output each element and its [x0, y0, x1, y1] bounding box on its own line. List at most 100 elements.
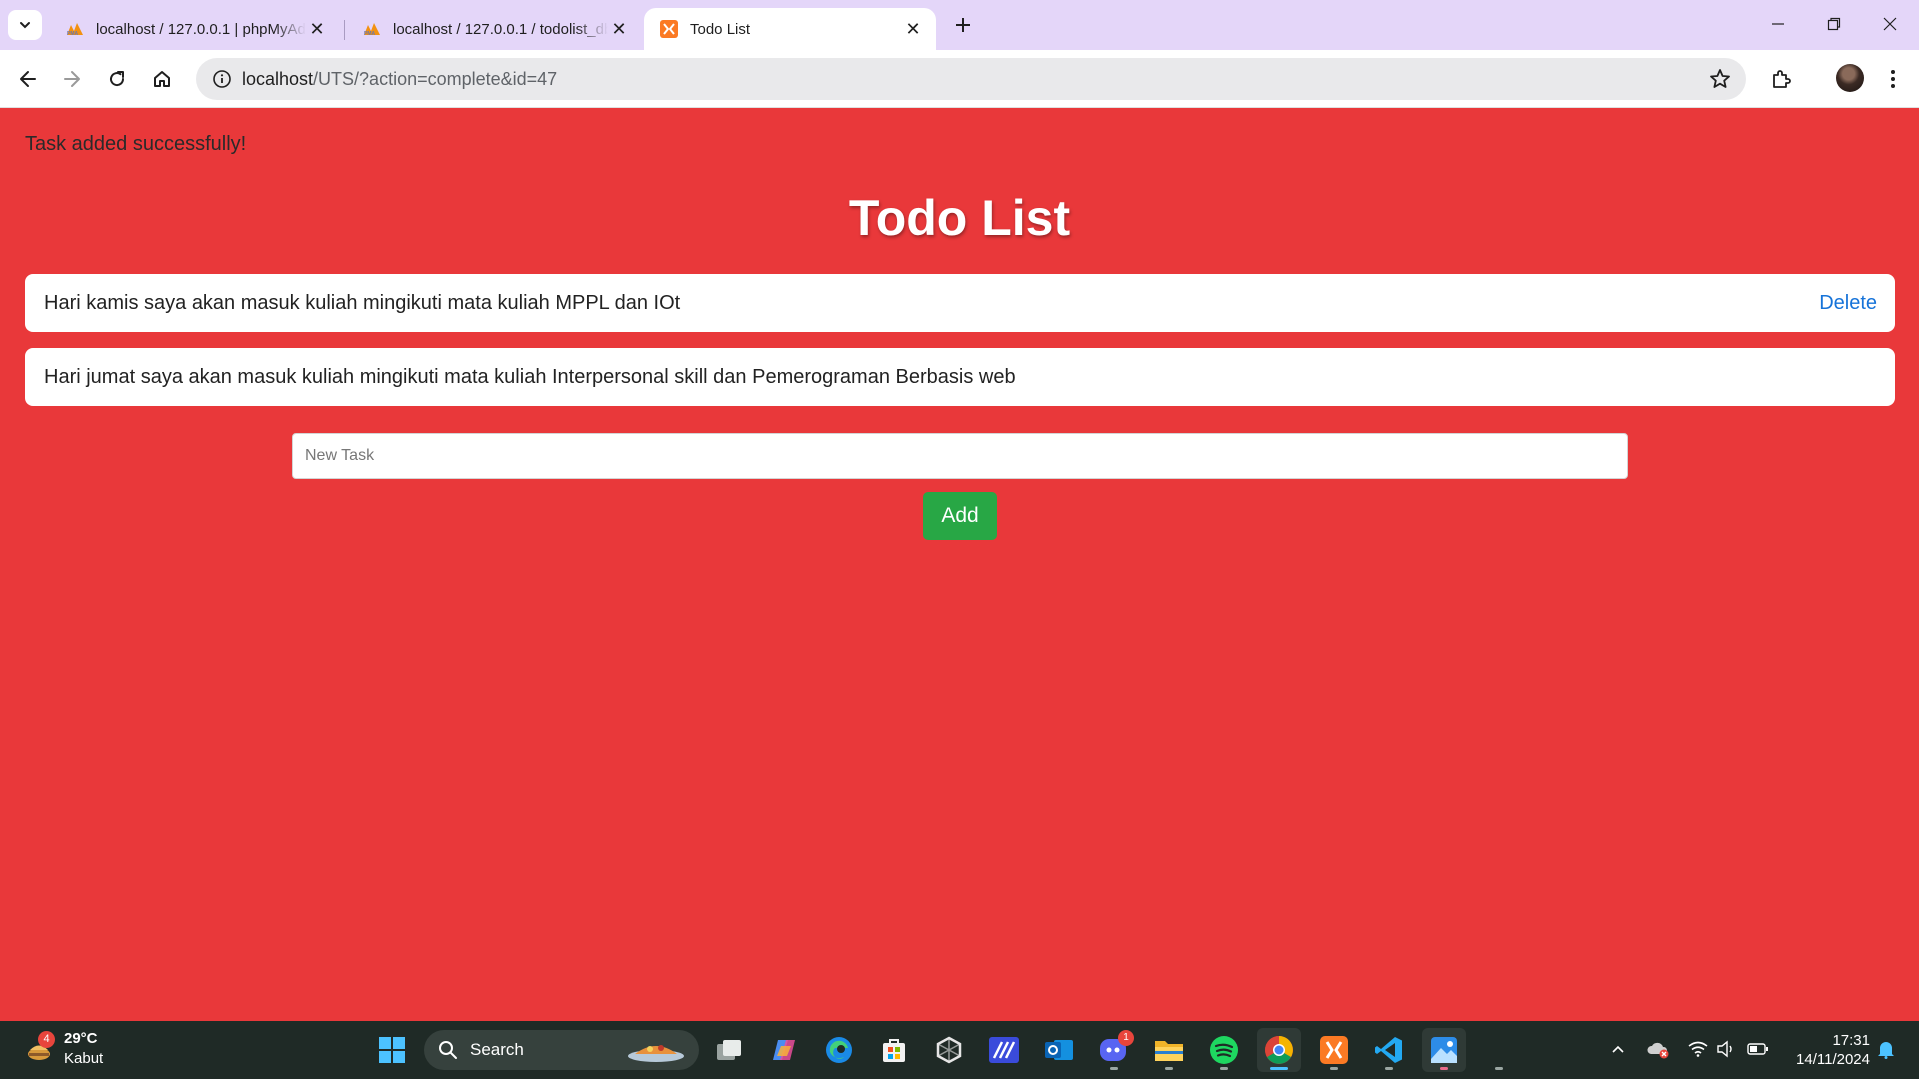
phpmyadmin-icon: PMA	[363, 20, 381, 38]
home-button[interactable]	[144, 61, 180, 97]
windows-taskbar: 4 29°C Kabut Search 1 17:31 14/11/2024	[0, 1021, 1919, 1079]
clock-date: 14/11/2024	[1796, 1051, 1870, 1068]
windows-logo-icon	[379, 1037, 405, 1063]
minimize-icon	[1772, 23, 1784, 25]
todo-page: Task added successfully! Todo List Hari …	[0, 109, 1919, 1021]
address-bar[interactable]: localhost/UTS/?action=complete&id=47	[196, 58, 1746, 100]
wifi-icon	[1688, 1041, 1708, 1057]
xampp-icon	[1320, 1036, 1348, 1064]
vscode-button[interactable]	[1367, 1028, 1411, 1072]
add-button[interactable]: Add	[923, 492, 997, 540]
wifi-status[interactable]	[1686, 1037, 1710, 1061]
unity-icon	[936, 1036, 962, 1064]
clock-time: 17:31	[1832, 1032, 1870, 1049]
outlook-button[interactable]	[1037, 1028, 1081, 1072]
url-text: localhost/UTS/?action=complete&id=47	[242, 69, 557, 90]
back-button[interactable]	[10, 61, 46, 97]
new-tab-button[interactable]	[948, 10, 978, 40]
close-window-button[interactable]	[1862, 0, 1918, 48]
tab-phpmyadmin-todolist[interactable]: PMA localhost / 127.0.0.1 / todolist_db …	[347, 8, 642, 50]
task-item[interactable]: Hari jumat saya akan masuk kuliah mingik…	[25, 348, 1895, 406]
svg-text:PMA: PMA	[364, 31, 376, 36]
minimize-button[interactable]	[1750, 0, 1806, 48]
close-icon[interactable]: ✕	[902, 18, 924, 40]
outlook-icon	[1045, 1040, 1073, 1060]
search-icon	[439, 1041, 457, 1059]
copilot-icon	[773, 1040, 795, 1060]
tab-todo-list[interactable]: Todo List ✕	[644, 8, 936, 50]
new-task-input[interactable]	[292, 433, 1628, 479]
reload-icon	[110, 71, 125, 87]
xampp-icon	[660, 20, 678, 38]
battery-status[interactable]	[1746, 1037, 1770, 1061]
kebab-menu-icon	[1891, 70, 1895, 88]
close-icon[interactable]: ✕	[306, 18, 328, 40]
volume-status[interactable]	[1714, 1037, 1738, 1061]
running-indicator	[1220, 1067, 1228, 1070]
photos-button[interactable]	[1422, 1028, 1466, 1072]
running-indicator	[1440, 1067, 1448, 1070]
chrome-icon	[1265, 1036, 1293, 1064]
arrow-left-icon	[20, 71, 36, 87]
chrome-button[interactable]	[1257, 1028, 1301, 1072]
tab-title: localhost / 127.0.0.1 | phpMyAdmin	[96, 20, 306, 38]
discord-badge: 1	[1118, 1030, 1134, 1046]
app-logo-icon	[989, 1037, 1019, 1063]
notifications-button[interactable]	[1874, 1037, 1898, 1061]
taskbar-search[interactable]: Search	[424, 1030, 699, 1070]
copilot-button[interactable]	[762, 1028, 806, 1072]
task-view-icon	[717, 1040, 741, 1060]
app-button[interactable]	[982, 1028, 1026, 1072]
tab-strip: PMA localhost / 127.0.0.1 | phpMyAdmin ✕…	[0, 0, 1919, 50]
file-explorer-button[interactable]	[1147, 1028, 1191, 1072]
task-item[interactable]: Hari kamis saya akan masuk kuliah mingik…	[25, 274, 1895, 332]
tab-phpmyadmin[interactable]: PMA localhost / 127.0.0.1 | phpMyAdmin ✕	[50, 8, 340, 50]
task-view-button[interactable]	[707, 1028, 751, 1072]
cloud-error-icon	[1647, 1042, 1669, 1059]
tab-title: localhost / 127.0.0.1 / todolist_db	[393, 20, 608, 38]
active-indicator	[1270, 1067, 1288, 1070]
spotify-icon	[1210, 1036, 1238, 1064]
search-label: Search	[470, 1040, 524, 1059]
xampp-button[interactable]	[1312, 1028, 1356, 1072]
system-clock[interactable]: 17:31 14/11/2024	[1780, 1031, 1870, 1069]
vscode-icon	[1375, 1037, 1402, 1063]
spotify-button[interactable]	[1202, 1028, 1246, 1072]
hidden-app-indicator[interactable]	[1477, 1028, 1521, 1072]
browser-menu-button[interactable]	[1875, 61, 1911, 97]
forward-button[interactable]	[54, 61, 90, 97]
tab-divider	[344, 20, 345, 40]
weather-widget[interactable]: 4 29°C Kabut	[22, 1029, 132, 1071]
speaker-icon	[1717, 1040, 1732, 1058]
running-indicator	[1385, 1067, 1393, 1070]
weather-temp: 29°C	[64, 1030, 98, 1047]
task-text: Hari jumat saya akan masuk kuliah mingik…	[44, 365, 1016, 388]
delete-link[interactable]: Delete	[1819, 292, 1877, 315]
edge-icon	[826, 1037, 852, 1063]
running-indicator	[1495, 1067, 1503, 1070]
extensions-button[interactable]	[1763, 61, 1799, 97]
edge-button[interactable]	[817, 1028, 861, 1072]
site-info-icon[interactable]	[202, 58, 242, 100]
start-button[interactable]	[370, 1028, 414, 1072]
running-indicator	[1165, 1067, 1173, 1070]
tab-search-button[interactable]	[8, 10, 42, 40]
browser-toolbar: localhost/UTS/?action=complete&id=47	[0, 50, 1919, 108]
reload-button[interactable]	[99, 61, 135, 97]
store-icon	[883, 1039, 905, 1062]
bookmark-star-icon[interactable]	[1708, 67, 1732, 91]
chevron-up-icon	[1612, 1045, 1624, 1053]
show-hidden-icons-button[interactable]	[1606, 1037, 1630, 1061]
close-icon[interactable]: ✕	[608, 18, 630, 40]
unity-button[interactable]	[927, 1028, 971, 1072]
weather-condition: Kabut	[64, 1050, 104, 1067]
home-icon	[154, 71, 170, 87]
discord-button[interactable]: 1	[1092, 1028, 1136, 1072]
phpmyadmin-icon: PMA	[66, 20, 84, 38]
restore-icon	[1827, 17, 1841, 31]
onedrive-status[interactable]	[1646, 1037, 1670, 1061]
profile-avatar[interactable]	[1836, 64, 1864, 92]
microsoft-store-button[interactable]	[872, 1028, 916, 1072]
running-indicator	[1110, 1067, 1118, 1070]
restore-button[interactable]	[1806, 0, 1862, 48]
